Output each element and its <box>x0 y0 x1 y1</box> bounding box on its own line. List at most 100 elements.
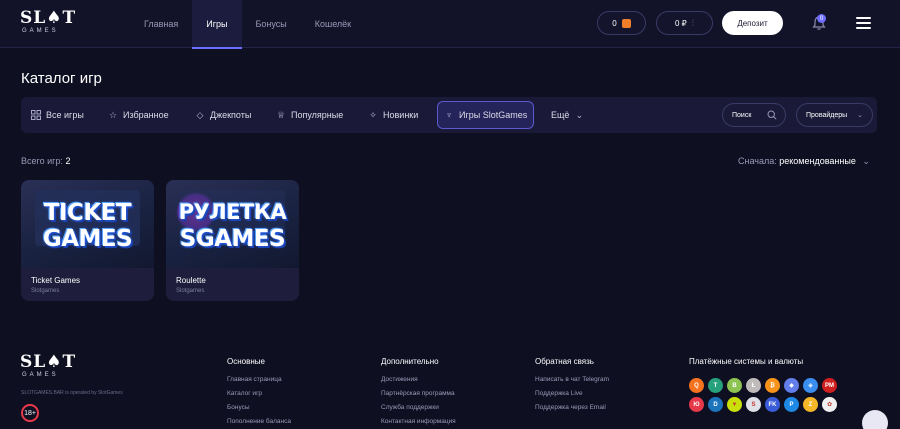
qiwi-icon: Q <box>689 378 704 393</box>
footer-link[interactable]: Поддержка через Email <box>535 404 609 418</box>
providers-label: Провайдеры <box>806 111 848 119</box>
tab-popular[interactable]: ♕ Популярные <box>276 101 343 129</box>
footer-link[interactable]: Поддержка Live <box>535 390 609 404</box>
games-total: Всего игр: 2 <box>21 156 70 166</box>
age-restriction-badge: 18+ <box>21 404 39 422</box>
search-icon <box>767 110 777 120</box>
balance-value: 0 ₽ <box>674 18 687 28</box>
game-art-line2: SGAMES <box>179 226 286 252</box>
tether-icon: T <box>708 378 723 393</box>
zcash-icon: Z <box>803 397 818 412</box>
logo-bottom: GAMES <box>22 372 59 378</box>
footer-link[interactable]: Служба поддержки <box>381 404 456 418</box>
nav-games[interactable]: Игры <box>192 0 242 49</box>
sort-dropdown[interactable]: Сначала: рекомендованные ⌄ <box>738 156 870 167</box>
logo-top: SL♠T <box>20 352 77 372</box>
chevron-down-icon: ⌄ <box>862 156 870 166</box>
balance-button[interactable]: 0 ₽ ⫶ <box>656 11 713 35</box>
footer-column-title: Дополнительно <box>381 357 439 366</box>
support-chat-button[interactable] <box>862 410 888 429</box>
site-header: SL♠T GAMES Главная Игры Бонусы Кошелёк 0… <box>0 0 900 49</box>
footer-column-title: Основные <box>227 357 265 366</box>
logo-top: SL♠T <box>20 8 77 28</box>
tab-label: Игры SlotGames <box>459 110 528 120</box>
tab-jackpots[interactable]: ◇ Джекпоты <box>195 101 252 129</box>
game-card-roulette[interactable]: РУЛЕТКА SGAMES Roulette Slotgames <box>166 180 299 301</box>
footer-column-feedback: Обратная связь Написать в чат Telegram П… <box>535 357 609 418</box>
game-thumbnail: РУЛЕТКА SGAMES <box>166 180 299 268</box>
footer-link[interactable]: Достижения <box>381 376 456 390</box>
tab-label: Джекпоты <box>210 110 252 120</box>
tab-all-games[interactable]: Все игры <box>31 101 84 129</box>
operator-note: SLOTGAMES.BAR is operated by SlotGames <box>21 390 123 396</box>
tab-label: Новинки <box>383 110 419 120</box>
footer-column-payments: Платёжные системы и валюты <box>689 357 803 376</box>
tab-label: Популярные <box>291 110 344 120</box>
footer-logo[interactable]: SL♠T GAMES <box>20 352 77 380</box>
game-art-line2: GAMES <box>42 226 133 252</box>
site-footer: SL♠T GAMES SLOTGAMES.BAR is operated by … <box>0 330 900 429</box>
tab-slotgames[interactable]: ♆ Игры SlotGames <box>437 101 535 129</box>
tab-label: Все игры <box>46 110 84 120</box>
dash-icon: D <box>708 397 723 412</box>
footer-column-additional: Дополнительно Достижения Партнёрская про… <box>381 357 456 429</box>
bonus-coin-icon <box>621 18 631 28</box>
total-label: Всего игр: <box>21 156 63 166</box>
perfect-money-icon: PM <box>822 378 837 393</box>
total-count: 2 <box>65 156 71 166</box>
footer-column-title: Обратная связь <box>535 357 594 366</box>
footer-link[interactable]: Написать в чат Telegram <box>535 376 609 390</box>
menu-icon[interactable] <box>856 17 871 29</box>
footer-link[interactable]: Партнёрская программа <box>381 390 456 404</box>
yoomoney-icon: Ю <box>689 397 704 412</box>
logo-bottom: GAMES <box>22 28 59 34</box>
payment-methods: Q T B Ł ₿ ◆ ◈ PM Ю D ▼ S FK P Z ✿ <box>689 378 869 416</box>
notifications-badge: 0 <box>817 14 826 23</box>
tab-new[interactable]: ✧ Новинки <box>368 101 418 129</box>
chevron-down-icon: ⌄ <box>575 109 584 120</box>
trophy-icon: ♆ <box>445 110 453 120</box>
game-card-ticket-games[interactable]: TICKET GAMES Ticket Games Slotgames <box>21 180 154 301</box>
search-button[interactable]: Поиск <box>722 103 786 127</box>
bitcoin-icon: ₿ <box>765 378 780 393</box>
footer-link[interactable]: Контактная информация <box>381 418 456 429</box>
game-name: Ticket Games <box>31 276 81 285</box>
sparkle-icon: ✧ <box>369 109 377 120</box>
main-nav: Главная Игры Бонусы Кошелёк <box>130 0 365 49</box>
bonus-balance-value: 0 <box>612 18 617 28</box>
footer-column-title: Платёжные системы и валюты <box>689 357 804 366</box>
diamond-icon: ◇ <box>196 109 204 120</box>
footer-link[interactable]: Главная страница <box>227 376 291 390</box>
nav-wallet[interactable]: Кошелёк <box>301 0 365 48</box>
page-title: Каталог игр <box>21 70 102 87</box>
footer-link[interactable]: Каталог игр <box>227 390 291 404</box>
crown-icon: ♕ <box>276 109 286 120</box>
providers-dropdown[interactable]: Провайдеры ⌄ <box>796 103 873 127</box>
tron-icon: ▼ <box>727 397 742 412</box>
bonus-balance-button[interactable]: 0 <box>597 11 646 35</box>
game-provider: Slotgames <box>176 288 205 294</box>
bitcoin-cash-icon: B <box>727 378 742 393</box>
game-thumbnail: TICKET GAMES <box>21 180 154 268</box>
site-logo[interactable]: SL♠T GAMES <box>20 8 77 38</box>
nav-bonuses[interactable]: Бонусы <box>242 0 301 48</box>
game-art-line1: РУЛЕТКА <box>178 200 287 224</box>
category-filter-bar: Все игры ☆ Избранное ◇ Джекпоты ♕ Популя… <box>21 97 877 133</box>
ethereum-icon: ◆ <box>784 378 799 393</box>
tab-label: Ещё <box>551 110 570 120</box>
nav-home[interactable]: Главная <box>130 0 192 48</box>
ethereum-classic-icon: ◈ <box>803 378 818 393</box>
skrill-icon: S <box>746 397 761 412</box>
tab-favorites[interactable]: ☆ Избранное <box>108 101 169 129</box>
footer-link[interactable]: Пополнение баланса <box>227 418 291 429</box>
deposit-button[interactable]: Депозит <box>722 11 783 35</box>
game-provider: Slotgames <box>31 288 60 294</box>
piastrix-icon: ✿ <box>822 397 837 412</box>
payeer-icon: P <box>784 397 799 412</box>
search-label: Поиск <box>732 111 752 119</box>
sliders-icon: ⫶ <box>691 17 695 28</box>
footer-link[interactable]: Бонусы <box>227 404 291 418</box>
grid-icon <box>31 110 41 120</box>
star-icon: ☆ <box>108 109 118 120</box>
tab-more[interactable]: Ещё ⌄ <box>551 101 584 129</box>
